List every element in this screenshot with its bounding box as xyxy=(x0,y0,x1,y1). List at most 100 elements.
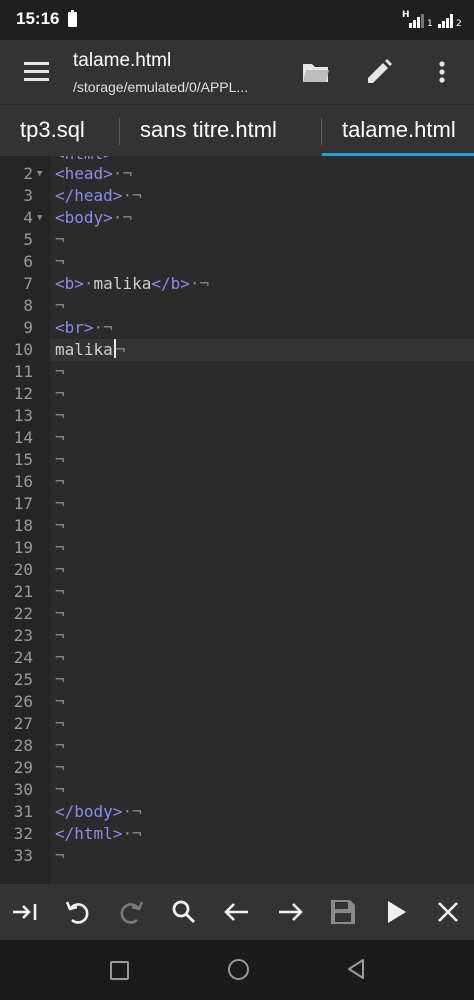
line-number: 20 xyxy=(13,560,33,579)
code-line: 5 ¬ xyxy=(0,229,474,251)
save-icon[interactable] xyxy=(327,896,359,928)
tab-sans-titre-html[interactable]: sans titre.html xyxy=(140,117,277,143)
arrow-left-icon[interactable] xyxy=(221,896,253,928)
fold-icon[interactable]: ▼ xyxy=(37,207,42,229)
status-bar: 15:16 H 1 2 xyxy=(0,0,474,40)
redo-icon[interactable] xyxy=(115,896,147,928)
indent-icon[interactable] xyxy=(10,896,42,928)
code-text: <body>·¬ xyxy=(55,208,133,227)
line-number: 32 xyxy=(13,824,33,843)
code-line: 11 ¬ xyxy=(0,361,474,383)
line-number: 19 xyxy=(13,538,33,557)
line-number: 10 xyxy=(13,340,33,359)
code-line: 8 ¬ xyxy=(0,295,474,317)
line-number: 21 xyxy=(13,582,33,601)
code-editor[interactable]: <html> 2 ▼ <head>·¬ 3 </head>·¬ 4 ▼ <bod… xyxy=(0,156,474,884)
code-line: 22 ¬ xyxy=(0,603,474,625)
line-number: 25 xyxy=(13,670,33,689)
code-text: ¬ xyxy=(55,252,65,271)
code-line: 15 ¬ xyxy=(0,449,474,471)
folder-icon[interactable] xyxy=(300,56,332,88)
line-number: 23 xyxy=(13,626,33,645)
code-text: ¬ xyxy=(55,230,65,249)
system-nav-bar xyxy=(0,940,474,1000)
status-time: 15:16 xyxy=(16,9,60,28)
code-text: ¬ xyxy=(55,626,65,645)
code-text: <br>·¬ xyxy=(55,318,113,337)
code-line: 12 ¬ xyxy=(0,383,474,405)
code-text: ¬ xyxy=(55,516,65,535)
more-vert-icon[interactable] xyxy=(426,56,458,88)
line-number: 18 xyxy=(13,516,33,535)
code-text: ¬ xyxy=(55,450,65,469)
line-number: 15 xyxy=(13,450,33,469)
line-number: 11 xyxy=(13,362,33,381)
code-line: 20 ¬ xyxy=(0,559,474,581)
code-text: </head>·¬ xyxy=(55,186,142,205)
line-number: 7 xyxy=(23,274,33,293)
undo-icon[interactable] xyxy=(62,896,94,928)
code-line: 3 </head>·¬ xyxy=(0,185,474,207)
menu-icon[interactable] xyxy=(24,62,49,82)
line-number: 17 xyxy=(13,494,33,513)
code-line: 16 ¬ xyxy=(0,471,474,493)
line-number: 27 xyxy=(13,714,33,733)
code-line: 9 <br>·¬ xyxy=(0,317,474,339)
code-text: ¬ xyxy=(55,384,65,403)
file-tabs: tp3.sql sans titre.html talame.html xyxy=(0,104,474,157)
code-text: ¬ xyxy=(55,692,65,711)
sim-slot-1: 1 xyxy=(427,19,433,29)
code-line: 6 ¬ xyxy=(0,251,474,273)
code-text: ¬ xyxy=(55,428,65,447)
code-text: ¬ xyxy=(55,846,65,865)
code-line: 28 ¬ xyxy=(0,735,474,757)
line-number: 28 xyxy=(13,736,33,755)
line-number: 24 xyxy=(13,648,33,667)
line-number: 31 xyxy=(13,802,33,821)
code-text: ¬ xyxy=(55,472,65,491)
code-text: ¬ xyxy=(55,758,65,777)
code-text: <b>·malika</b>·¬ xyxy=(55,274,210,293)
file-path: /storage/emulated/0/APPL... xyxy=(73,79,249,95)
line-number: 26 xyxy=(13,692,33,711)
line-number: 30 xyxy=(13,780,33,799)
code-text: ¬ xyxy=(55,648,65,667)
code-line: 26 ¬ xyxy=(0,691,474,713)
code-text: ¬ xyxy=(55,362,65,381)
code-line: 2 ▼ <head>·¬ xyxy=(0,163,474,185)
line-number: 12 xyxy=(13,384,33,403)
code-text: ¬ xyxy=(55,494,65,513)
back-icon[interactable] xyxy=(346,958,366,984)
code-text: <head>·¬ xyxy=(55,164,133,183)
line-number: 22 xyxy=(13,604,33,623)
pencil-icon[interactable] xyxy=(363,56,395,88)
code-line: 33 ¬ xyxy=(0,845,474,867)
recents-icon[interactable] xyxy=(110,961,129,980)
code-line: 30 ¬ xyxy=(0,779,474,801)
code-line: 21 ¬ xyxy=(0,581,474,603)
arrow-right-icon[interactable] xyxy=(274,896,306,928)
code-line: 4 ▼ <body>·¬ xyxy=(0,207,474,229)
code-text: ¬ xyxy=(55,582,65,601)
code-line: 14 ¬ xyxy=(0,427,474,449)
code-line: 29 ¬ xyxy=(0,757,474,779)
home-icon[interactable] xyxy=(228,959,249,980)
code-text: </body>·¬ xyxy=(55,802,142,821)
line-number: 14 xyxy=(13,428,33,447)
code-text: ¬ xyxy=(55,406,65,425)
editor-toolbar xyxy=(0,884,474,940)
tab-talame-html[interactable]: talame.html xyxy=(342,117,456,143)
close-icon[interactable] xyxy=(432,896,464,928)
code-line: 13 ¬ xyxy=(0,405,474,427)
search-icon[interactable] xyxy=(168,896,200,928)
run-icon[interactable] xyxy=(380,896,412,928)
code-text: </html>·¬ xyxy=(55,824,142,843)
tab-tp3-sql[interactable]: tp3.sql xyxy=(20,117,85,143)
code-text: malika ¬ xyxy=(55,339,126,359)
code-text: ¬ xyxy=(55,538,65,557)
line-number: 6 xyxy=(23,252,33,271)
code-text: ¬ xyxy=(55,670,65,689)
code-line: 23 ¬ xyxy=(0,625,474,647)
fold-icon[interactable]: ▼ xyxy=(37,163,42,185)
signal-sim2-icon: 2 xyxy=(438,12,462,29)
